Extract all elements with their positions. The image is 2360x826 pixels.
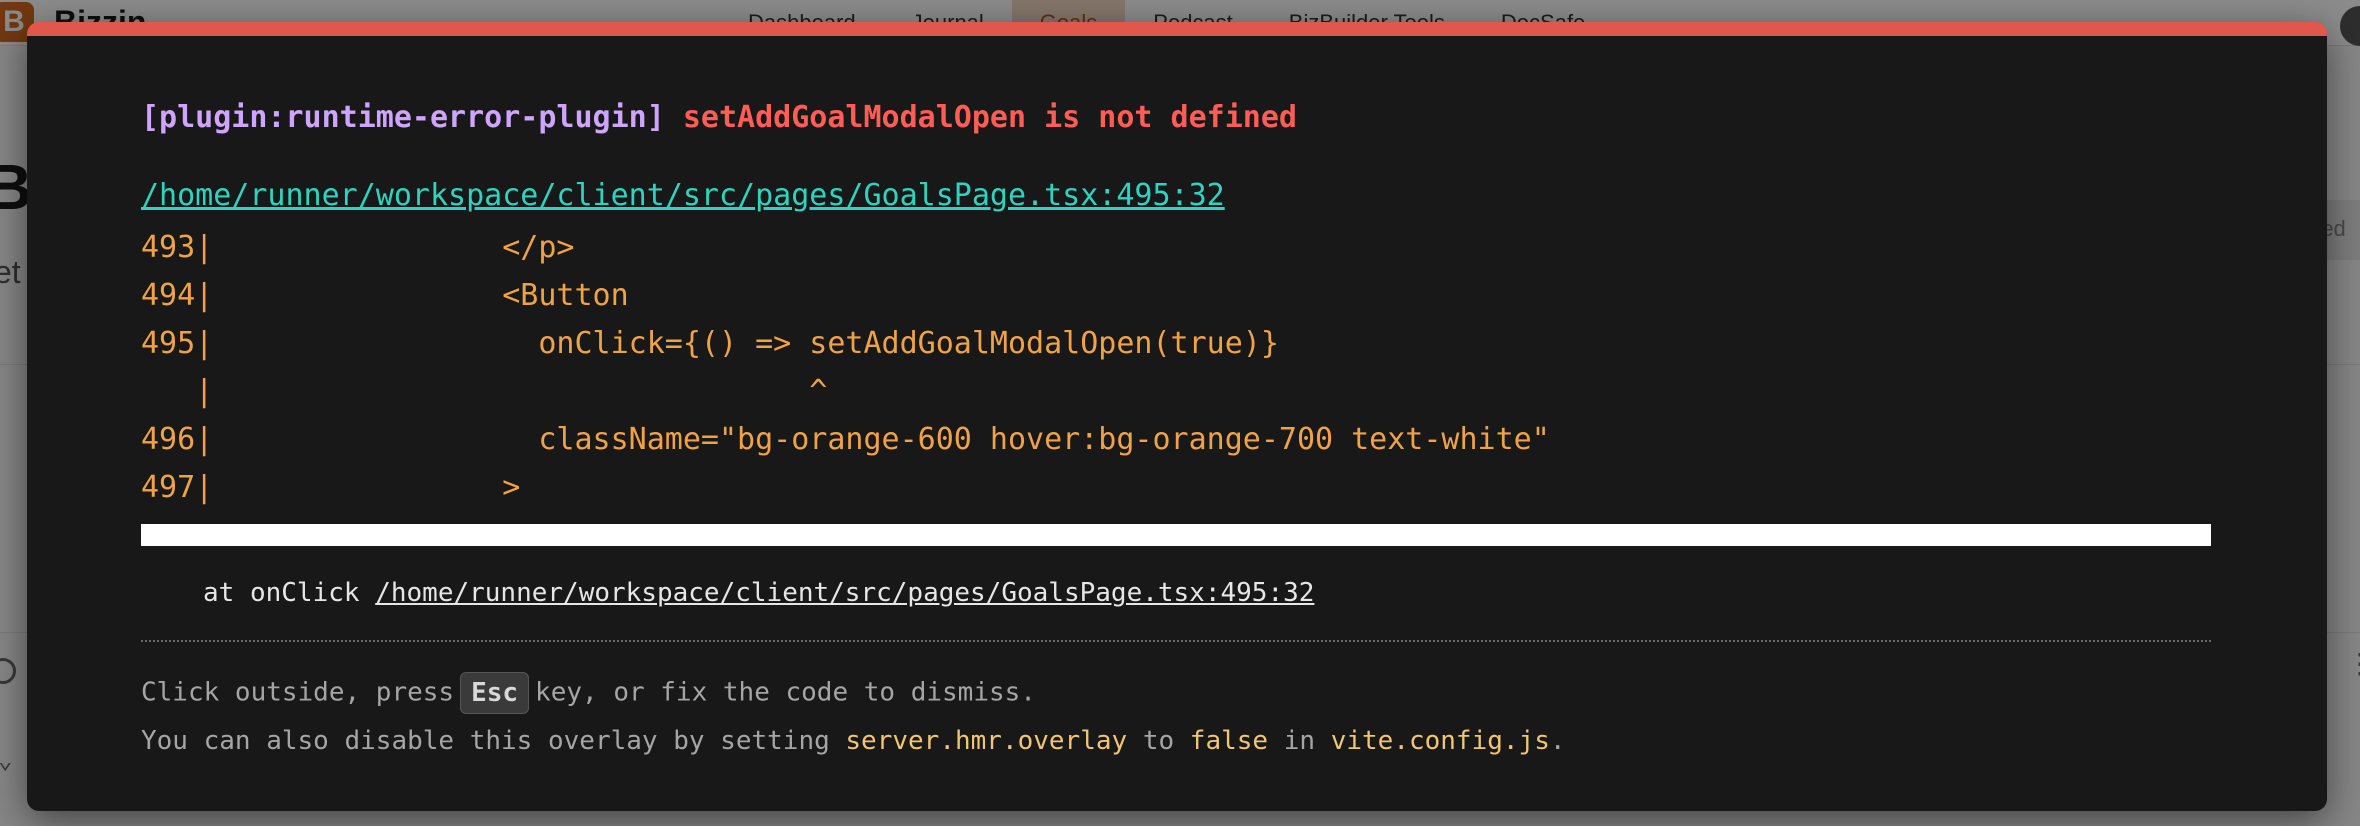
tip-text: key, or fix the code to dismiss. xyxy=(535,677,1036,708)
error-file-link[interactable]: /home/runner/workspace/client/src/pages/… xyxy=(141,178,1225,213)
code-frame: 493| </p> 494| <Button 495| onClick={() … xyxy=(141,224,1550,512)
error-message: setAddGoalModalOpen is not defined xyxy=(682,100,1297,135)
error-plugin-tag: [plugin:runtime-error-plugin] xyxy=(141,100,665,135)
disable-overlay-tip: You can also disable this overlay by set… xyxy=(141,726,1566,756)
dismiss-tip: Click outside, press Esc key, or fix the c… xyxy=(141,672,1036,714)
stack-divider-bar xyxy=(141,524,2211,546)
code-frame-line: 494| <Button xyxy=(141,278,629,313)
stack-trace: at onClick /home/runner/workspace/client… xyxy=(203,578,1314,608)
error-overlay: [plugin:runtime-error-plugin] setAddGoal… xyxy=(27,22,2327,811)
tip-text: You can also disable this overlay by set… xyxy=(141,726,830,756)
tip-text: . xyxy=(1549,726,1566,756)
config-key: server.hmr.overlay xyxy=(845,726,1128,756)
stack-file-link[interactable]: /home/runner/workspace/client/src/pages/… xyxy=(375,578,1314,608)
code-frame-caret-line: | ^ xyxy=(141,374,828,409)
error-title: [plugin:runtime-error-plugin] setAddGoal… xyxy=(141,100,1297,135)
tip-text: to xyxy=(1142,726,1175,756)
code-frame-line: 497| > xyxy=(141,470,521,505)
config-value: false xyxy=(1189,726,1269,756)
code-frame-line: 493| </p> xyxy=(141,230,575,265)
code-frame-line: 496| className="bg-orange-600 hover:bg-o… xyxy=(141,422,1550,457)
stack-prefix: at onClick xyxy=(203,578,360,608)
esc-key: Esc xyxy=(460,672,530,714)
tip-text: Click outside, press xyxy=(141,677,455,708)
config-file: vite.config.js xyxy=(1330,726,1550,756)
tip-divider xyxy=(141,640,2211,642)
code-frame-line: 495| onClick={() => setAddGoalModalOpen(… xyxy=(141,326,1279,361)
tip-text: in xyxy=(1283,726,1316,756)
